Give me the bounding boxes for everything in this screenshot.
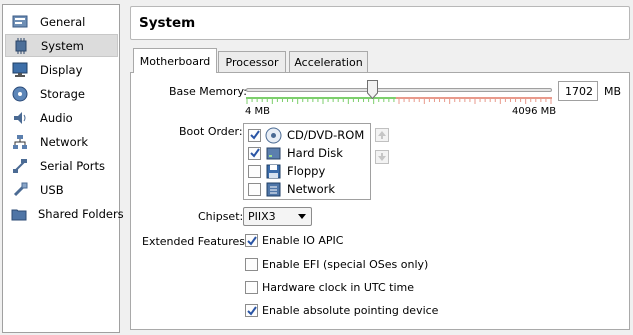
chip-icon: [12, 37, 30, 55]
tab-acceleration[interactable]: Acceleration: [289, 51, 368, 72]
absolute-pointing-option[interactable]: Enable absolute pointing device: [245, 304, 438, 317]
page-header: System: [130, 6, 630, 40]
boot-item-label: Hard Disk: [287, 146, 343, 160]
base-memory-unit: MB: [604, 85, 622, 98]
boot-item-checkbox[interactable]: [248, 146, 261, 160]
enable-efi-option[interactable]: Enable EFI (special OSes only): [245, 258, 428, 271]
enable-efi-checkbox[interactable]: [245, 258, 258, 271]
folder-icon: [11, 205, 27, 223]
speaker-icon: [11, 109, 29, 127]
sidebar-item-general[interactable]: General: [5, 10, 118, 33]
sidebar-item-label: General: [40, 14, 86, 29]
hard-disk-icon: [265, 145, 282, 162]
sidebar-item-label: Display: [40, 62, 83, 77]
boot-item-cd-dvd-rom[interactable]: CD/DVD-ROM: [248, 126, 364, 144]
hardware-clock-utc-checkbox[interactable]: [245, 281, 258, 294]
absolute-pointing-checkbox[interactable]: [245, 304, 258, 317]
sidebar-item-shared-folders[interactable]: Shared Folders: [5, 202, 124, 225]
enable-io-apic-label: Enable IO APIC: [262, 234, 344, 247]
boot-order-list: CD/DVD-ROM Hard Disk Floppy Network: [243, 123, 371, 200]
enable-io-apic-checkbox[interactable]: [245, 234, 258, 247]
tab-label: Motherboard: [139, 54, 211, 68]
boot-item-hard-disk[interactable]: Hard Disk: [248, 144, 343, 162]
boot-item-checkbox[interactable]: [248, 128, 261, 142]
boot-item-checkbox[interactable]: [248, 182, 261, 196]
boot-order-label: Boot Order:: [179, 125, 243, 138]
hardware-clock-utc-label: Hardware clock in UTC time: [262, 281, 415, 294]
extended-features-label: Extended Features:: [142, 235, 249, 248]
cd-icon: [265, 127, 282, 144]
hardware-clock-utc-option[interactable]: Hardware clock in UTC time: [245, 281, 414, 294]
serial-port-icon: [11, 157, 29, 175]
arrow-down-icon: [378, 153, 386, 161]
page-title: System: [139, 15, 196, 31]
sidebar-item-label: USB: [40, 182, 64, 197]
sidebar-item-audio[interactable]: Audio: [5, 106, 118, 129]
network-icon: [11, 133, 29, 151]
sidebar-item-system[interactable]: System: [5, 34, 118, 57]
boot-item-label: CD/DVD-ROM: [287, 128, 365, 142]
sidebar-item-display[interactable]: Display: [5, 58, 118, 81]
enable-io-apic-option[interactable]: Enable IO APIC: [245, 234, 343, 247]
settings-sidebar: General System Display Storage Audio Net…: [2, 4, 124, 333]
boot-item-label: Network: [287, 182, 336, 196]
floppy-icon: [265, 163, 282, 180]
base-memory-spinbox[interactable]: 1702: [558, 81, 598, 101]
chipset-label: Chipset:: [198, 210, 244, 223]
sidebar-item-storage[interactable]: Storage: [5, 82, 118, 105]
tab-label: Acceleration: [294, 55, 363, 69]
base-memory-label: Base Memory:: [169, 85, 247, 98]
sidebar-item-label: Serial Ports: [40, 158, 105, 173]
network-icon: [265, 181, 282, 198]
sidebar-item-label: Network: [40, 134, 89, 149]
sidebar-item-usb[interactable]: USB: [5, 178, 118, 201]
boot-item-floppy[interactable]: Floppy: [248, 162, 325, 180]
move-down-button[interactable]: [375, 150, 389, 164]
sidebar-item-network[interactable]: Network: [5, 130, 118, 153]
boot-item-network[interactable]: Network: [248, 180, 335, 198]
chevron-down-icon: [298, 214, 306, 219]
tab-motherboard[interactable]: Motherboard: [133, 48, 217, 73]
chipset-select[interactable]: PIIX3: [243, 207, 312, 226]
sidebar-item-label: System: [41, 38, 84, 53]
slider-max-label: 4096 MB: [512, 106, 557, 117]
excessive-range-bar: [395, 97, 552, 99]
move-up-button[interactable]: [375, 128, 389, 142]
sidebar-item-label: Audio: [40, 110, 73, 125]
slider-handle[interactable]: [367, 80, 378, 99]
tab-label: Processor: [225, 55, 279, 69]
monitor-icon: [11, 61, 29, 79]
absolute-pointing-label: Enable absolute pointing device: [262, 304, 439, 317]
base-memory-slider[interactable]: [246, 88, 552, 92]
memory-scale-ticks: [246, 97, 552, 104]
boot-item-checkbox[interactable]: [248, 164, 261, 178]
sidebar-item-label: Shared Folders: [38, 206, 124, 221]
tab-processor[interactable]: Processor: [218, 51, 286, 72]
base-memory-value: 1702: [565, 84, 593, 98]
enable-efi-label: Enable EFI (special OSes only): [262, 258, 429, 271]
disk-icon: [11, 85, 29, 103]
sidebar-item-serial-ports[interactable]: Serial Ports: [5, 154, 118, 177]
usb-icon: [11, 181, 29, 199]
slider-min-label: 4 MB: [245, 106, 271, 117]
chipset-value: PIIX3: [248, 210, 276, 223]
arrow-up-icon: [378, 131, 386, 139]
sidebar-item-label: Storage: [40, 86, 85, 101]
general-icon: [11, 13, 29, 31]
boot-item-label: Floppy: [287, 164, 326, 178]
